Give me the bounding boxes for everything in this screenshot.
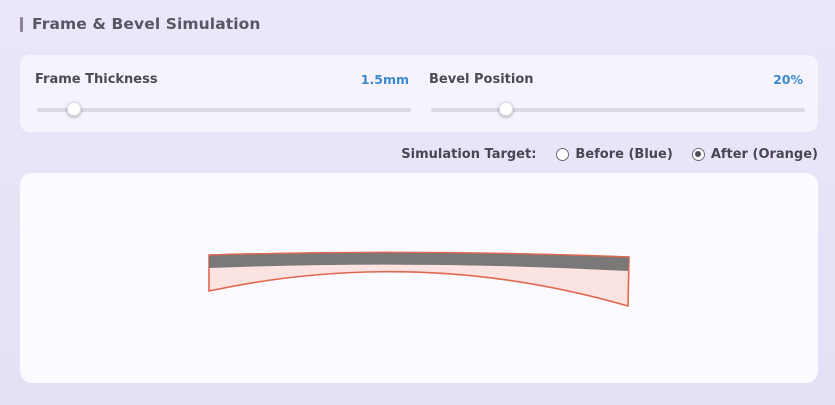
radio-after-circle[interactable] (691, 147, 705, 161)
simulation-canvas (20, 173, 818, 383)
frame-thickness-slider-thumb[interactable] (67, 102, 82, 116)
lens-simulation-svg (208, 251, 630, 308)
section-title: Frame & Bevel Simulation (32, 15, 261, 33)
bevel-position-label: Bevel Position (429, 72, 534, 87)
frame-thickness-control: Frame Thickness 1.5mm (20, 55, 418, 132)
section-header: Frame & Bevel Simulation (20, 13, 261, 35)
radio-after-label: After (Orange) (710, 146, 818, 162)
radio-before-label: Before (Blue) (575, 146, 673, 162)
controls-panel: Frame Thickness 1.5mm Bevel Position 20% (20, 55, 818, 132)
simulation-target-row: Simulation Target: Before (Blue) After (… (401, 144, 818, 164)
frame-thickness-label: Frame Thickness (35, 72, 158, 87)
radio-before-blue[interactable]: Before (Blue) (556, 146, 673, 162)
radio-after-orange[interactable]: After (Orange) (691, 146, 818, 162)
bevel-position-value: 20% (773, 72, 803, 87)
frame-thickness-slider-track[interactable] (37, 108, 411, 112)
bevel-position-slider-track[interactable] (431, 108, 805, 112)
radio-before-circle[interactable] (556, 147, 570, 161)
frame-thickness-value: 1.5mm (360, 72, 409, 87)
bevel-position-slider-thumb[interactable] (498, 102, 513, 116)
simulation-target-label: Simulation Target: (401, 146, 537, 162)
header-accent-bar (20, 16, 23, 32)
bevel-position-control: Bevel Position 20% (418, 55, 818, 132)
